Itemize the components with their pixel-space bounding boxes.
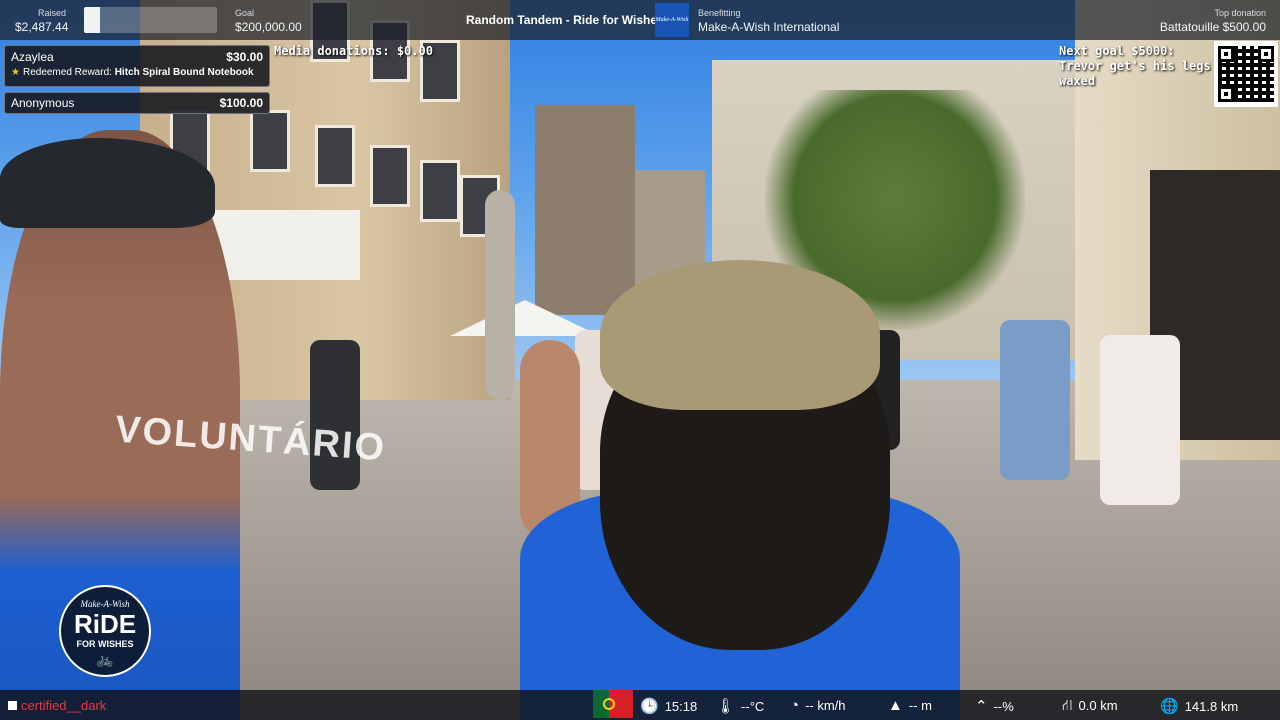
bicycle-icon: 🚲	[96, 651, 114, 667]
raised-label: Raised	[38, 8, 67, 18]
ride-for-wishes-logo: Make-A-Wish RiDE FOR WISHES 🚲	[59, 585, 151, 677]
user-badge-icon	[8, 701, 17, 710]
speedometer-icon: ◔	[790, 697, 800, 714]
stream-title: Random Tandem - Ride for Wishes	[466, 13, 664, 27]
benefitting-value: Make-A-Wish International	[698, 20, 840, 34]
reward-name: Hitch Spiral Bound Notebook	[114, 67, 254, 78]
globe-icon: 🌐	[1160, 698, 1179, 715]
donor-name: Azaylea	[11, 50, 54, 64]
telemetry-bar: certified__dark 🕒 15:18 🌡 --°C ◔ -- km/h ▲ -…	[0, 690, 1280, 720]
portugal-flag-icon	[593, 690, 633, 718]
road-icon: ⛙	[1062, 697, 1073, 714]
pedestrian	[1000, 320, 1070, 480]
mountain-icon: ▲	[888, 697, 903, 714]
top-donation-value: Battatouille $500.00	[1159, 20, 1266, 34]
goal-value: $200,000.00	[235, 20, 302, 34]
donor-name: Anonymous	[11, 96, 75, 110]
altitude-readout: ▲ -- m	[888, 697, 932, 714]
speed-readout: ◔ -- km/h	[790, 697, 846, 714]
progress-fill	[84, 7, 101, 33]
chat-username: certified__dark	[8, 698, 106, 713]
star-icon: ★	[11, 67, 20, 78]
media-donations: Media donations: $0.00	[274, 44, 433, 58]
goal-label: Goal	[235, 8, 255, 18]
thermometer-icon: 🌡	[716, 698, 736, 715]
donation-amount: $100.00	[219, 96, 263, 110]
reward-line: ★ Redeemed Reward: Hitch Spiral Bound Not…	[11, 67, 254, 78]
next-goal-text: Next goal $5000: Trevor get's his legs w…	[1059, 44, 1211, 88]
pedestrian	[1100, 335, 1180, 505]
top-donation-label: Top donation	[1214, 8, 1266, 18]
incline-icon: ⌃	[975, 698, 988, 715]
woman-foreground	[520, 260, 960, 720]
temperature-readout: 🌡 --°C	[716, 698, 765, 715]
qr-code-pattern	[1218, 46, 1274, 102]
donation-amount: $30.00	[226, 50, 263, 64]
incline-readout: ⌃ --%	[975, 698, 1014, 715]
top-info-bar: Raised $2,487.44 Goal $200,000.00 Random…	[0, 0, 1280, 40]
donation-alert: Anonymous $100.00	[4, 92, 270, 114]
raised-value: $2,487.44	[15, 20, 69, 34]
make-a-wish-logo: Make-A-Wish	[655, 3, 689, 37]
donation-alert: Azaylea $30.00 ★ Redeemed Reward: Hitch S…	[4, 45, 270, 87]
fundraising-progress-bar	[84, 7, 217, 33]
stone-column	[485, 190, 515, 400]
trip-distance-readout: ⛙ 0.0 km	[1062, 697, 1118, 714]
clock-icon: 🕒	[640, 698, 659, 715]
total-distance-readout: 🌐 141.8 km	[1160, 698, 1239, 715]
clock-readout: 🕒 15:18	[640, 698, 698, 715]
qr-code[interactable]	[1214, 41, 1278, 107]
benefitting-label: Benefitting	[698, 8, 741, 18]
